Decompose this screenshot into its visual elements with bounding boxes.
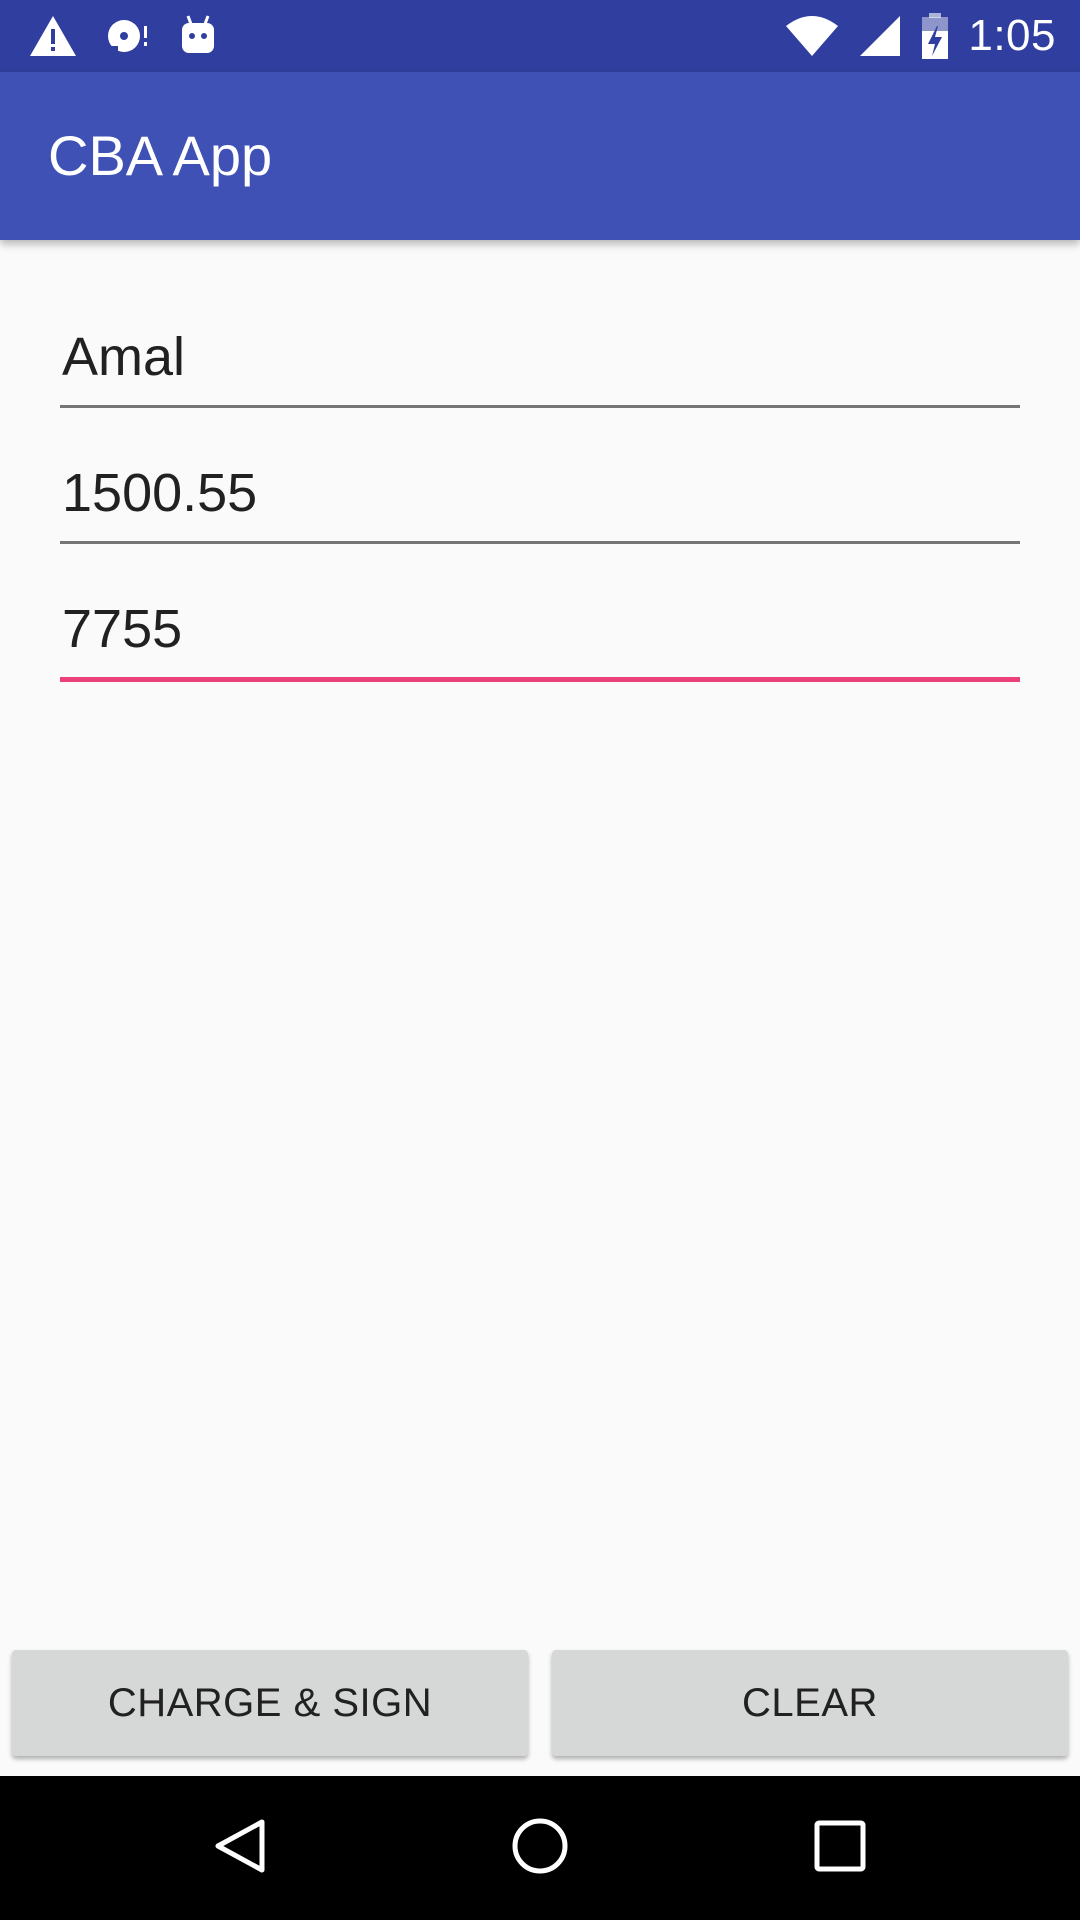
- amount-field-value: 1500.55: [62, 463, 258, 523]
- recents-icon: [812, 1818, 868, 1879]
- amount-field[interactable]: 1500.55: [60, 461, 1020, 544]
- app-title: CBA App: [48, 124, 273, 187]
- battery-charging-icon: [920, 12, 950, 60]
- code-field-underline-focused: [60, 677, 1020, 682]
- status-bar: 1:05: [0, 0, 1080, 72]
- system-icons: 1:05: [784, 0, 1056, 72]
- back-icon: [212, 1816, 268, 1881]
- warning-icon: [28, 14, 78, 58]
- name-field-underline: [60, 405, 1020, 408]
- code-field-value: 7755: [62, 599, 183, 659]
- app-bar: CBA App: [0, 72, 1080, 240]
- name-field[interactable]: Amal: [60, 325, 1020, 408]
- android-icon: [178, 14, 218, 58]
- clear-button[interactable]: CLEAR: [552, 1650, 1068, 1756]
- disc-icon: [104, 14, 152, 58]
- name-field-value: Amal: [62, 327, 186, 387]
- amount-field-underline: [60, 541, 1020, 544]
- home-icon: [510, 1816, 570, 1881]
- recents-button[interactable]: [780, 1776, 900, 1920]
- home-button[interactable]: [480, 1776, 600, 1920]
- signal-icon: [858, 14, 902, 58]
- clock: 1:05: [968, 11, 1056, 60]
- charge-sign-button[interactable]: CHARGE & SIGN: [12, 1650, 528, 1756]
- back-button[interactable]: [180, 1776, 300, 1920]
- wifi-icon: [784, 14, 840, 58]
- notification-icons: [28, 0, 218, 72]
- code-field[interactable]: 7755: [60, 597, 1020, 682]
- navigation-bar: [0, 1776, 1080, 1920]
